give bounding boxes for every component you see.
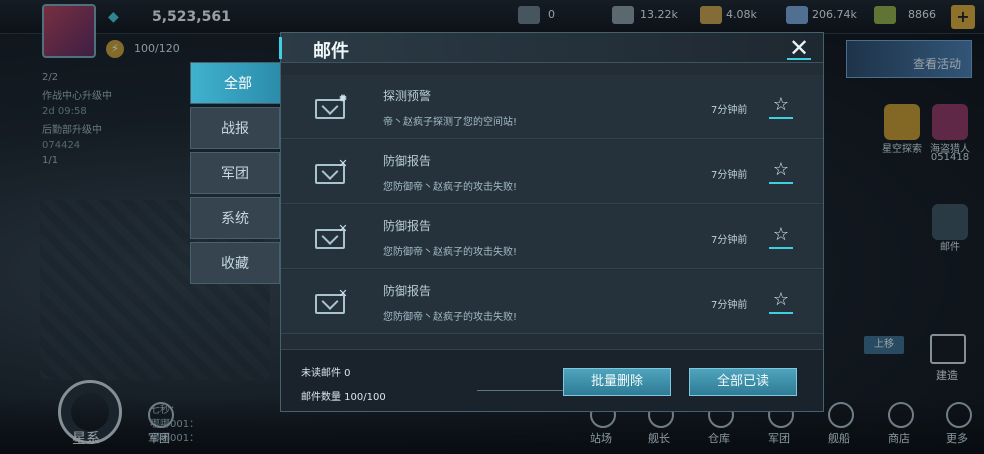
favorite-star-button[interactable]: ☆ xyxy=(769,223,793,249)
mail-item[interactable]: ✕ 防御报告 您防御帝丶赵疯子的攻击失败! 7分钟前 ☆ xyxy=(281,140,823,204)
mail-item[interactable]: ✹ 探测预警 帝丶赵疯子探测了您的空间站! 7分钟前 ☆ xyxy=(281,75,823,139)
mail-time: 7分钟前 xyxy=(711,170,748,181)
unread-count: 未读邮件 0 xyxy=(301,368,351,379)
mail-title: 探测预警 xyxy=(383,89,432,103)
tab-legion[interactable]: 军团 xyxy=(190,152,280,194)
close-button[interactable]: ✕ xyxy=(787,36,811,60)
tab-battle-reports[interactable]: 战报 xyxy=(190,107,280,149)
mail-time: 7分钟前 xyxy=(711,235,748,246)
mail-body: 帝丶赵疯子探测了您的空间站! xyxy=(383,117,518,128)
x-mark-icon: ✕ xyxy=(338,222,348,235)
tab-system[interactable]: 系统 xyxy=(190,197,280,239)
x-mark-icon: ✕ xyxy=(338,157,348,170)
favorite-star-button[interactable]: ☆ xyxy=(769,93,793,119)
mail-category-tabs: 全部 战报 军团 系统 收藏 xyxy=(190,62,299,287)
mail-body: 您防御帝丶赵疯子的攻击失败! xyxy=(383,182,518,193)
dialog-title: 邮件 xyxy=(313,41,349,62)
mail-title: 防御报告 xyxy=(383,284,432,298)
mail-title: 防御报告 xyxy=(383,154,432,168)
mail-time: 7分钟前 xyxy=(711,105,748,116)
mail-item[interactable]: ✕ 防御报告 您防御帝丶赵疯子的攻击失败! 7分钟前 ☆ xyxy=(281,205,823,269)
dialog-footer: 未读邮件 0 邮件数量 100/100 批量删除 全部已读 xyxy=(281,349,823,411)
mail-count: 邮件数量 100/100 xyxy=(301,392,386,403)
gear-icon: ✹ xyxy=(338,92,348,105)
tab-favorites[interactable]: 收藏 xyxy=(190,242,280,284)
mail-item[interactable]: ✕ 防御报告 您防御帝丶赵疯子的攻击失败! 7分钟前 ☆ xyxy=(281,270,823,334)
mail-list: ✹ 探测预警 帝丶赵疯子探测了您的空间站! 7分钟前 ☆ ✕ 防御报告 您防御帝… xyxy=(281,75,823,335)
mark-all-read-button[interactable]: 全部已读 xyxy=(689,368,797,396)
mail-body: 您防御帝丶赵疯子的攻击失败! xyxy=(383,312,518,323)
mail-dialog: 邮件 ✕ ✹ 探测预警 帝丶赵疯子探测了您的空间站! 7分钟前 ☆ ✕ 防御报告… xyxy=(279,32,824,412)
favorite-star-button[interactable]: ☆ xyxy=(769,288,793,314)
mail-body: 您防御帝丶赵疯子的攻击失败! xyxy=(383,247,518,258)
favorite-star-button[interactable]: ☆ xyxy=(769,158,793,184)
dialog-header: 邮件 ✕ xyxy=(279,33,823,63)
mail-time: 7分钟前 xyxy=(711,300,748,311)
batch-delete-button[interactable]: 批量删除 xyxy=(563,368,671,396)
footer-divider xyxy=(477,390,577,391)
x-mark-icon: ✕ xyxy=(338,287,348,300)
tab-all[interactable]: 全部 xyxy=(190,62,299,104)
header-accent xyxy=(279,37,282,59)
mail-title: 防御报告 xyxy=(383,219,432,233)
